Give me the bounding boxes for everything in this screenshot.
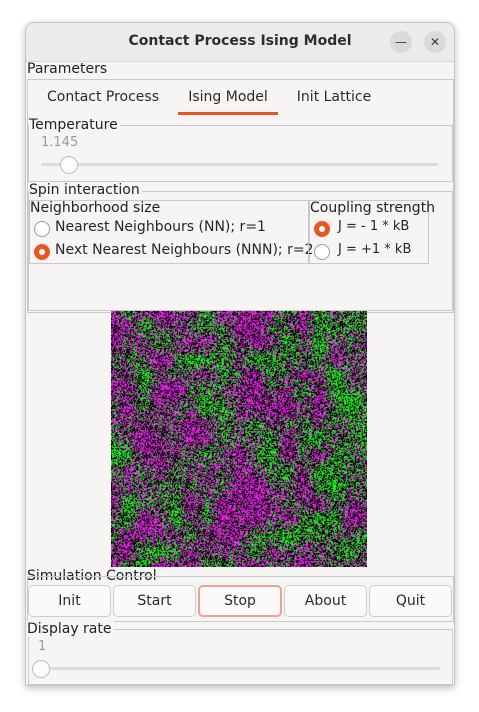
quit-button[interactable]: Quit [369,585,452,617]
temperature-frame [28,125,453,182]
minimize-button[interactable]: — [390,31,412,53]
tab-contact-process[interactable]: Contact Process [40,89,166,115]
coupling-label: Coupling strength [310,200,436,216]
radio-nnn-label: Next Nearest Neighbours (NNN); r=2 [55,242,314,258]
selected-tab-indicator [178,112,278,115]
stop-button[interactable]: Stop [198,585,282,617]
radio-coupling-negative-indicator[interactable] [314,221,330,237]
tab-init-lattice[interactable]: Init Lattice [290,89,378,115]
temperature-slider-track[interactable] [41,163,438,166]
lattice-canvas [111,311,367,567]
close-button[interactable]: ✕ [424,31,446,53]
title-bar[interactable]: Contact Process Ising Model — ✕ [26,23,454,62]
display-rate-slider-track[interactable] [38,667,440,670]
app-window: Contact Process Ising Model — ✕ Paramete… [25,22,455,686]
display-rate-value: 1 [38,639,47,654]
temperature-value: 1.145 [41,135,79,150]
about-button[interactable]: About [284,585,367,617]
radio-nn-label: Nearest Neighbours (NN); r=1 [55,219,266,235]
display-rate-slider-handle[interactable] [32,660,50,678]
temperature-label: Temperature [29,117,120,133]
init-button[interactable]: Init [28,585,111,617]
radio-nnn-indicator[interactable] [34,244,50,260]
parameters-label: Parameters [27,61,108,77]
start-button[interactable]: Start [113,585,196,617]
radio-coupling-positive-label: J = +1 * kB [338,242,412,257]
radio-coupling-positive-indicator[interactable] [314,244,330,260]
spin-interaction-label: Spin interaction [29,182,142,198]
radio-nn-indicator[interactable] [34,221,50,237]
display-rate-frame [28,629,453,685]
neighborhood-label: Neighborhood size [30,200,161,216]
radio-coupling-negative-label: J = - 1 * kB [338,219,410,234]
display-rate-label: Display rate [27,621,114,637]
temperature-slider-handle[interactable] [59,156,78,174]
